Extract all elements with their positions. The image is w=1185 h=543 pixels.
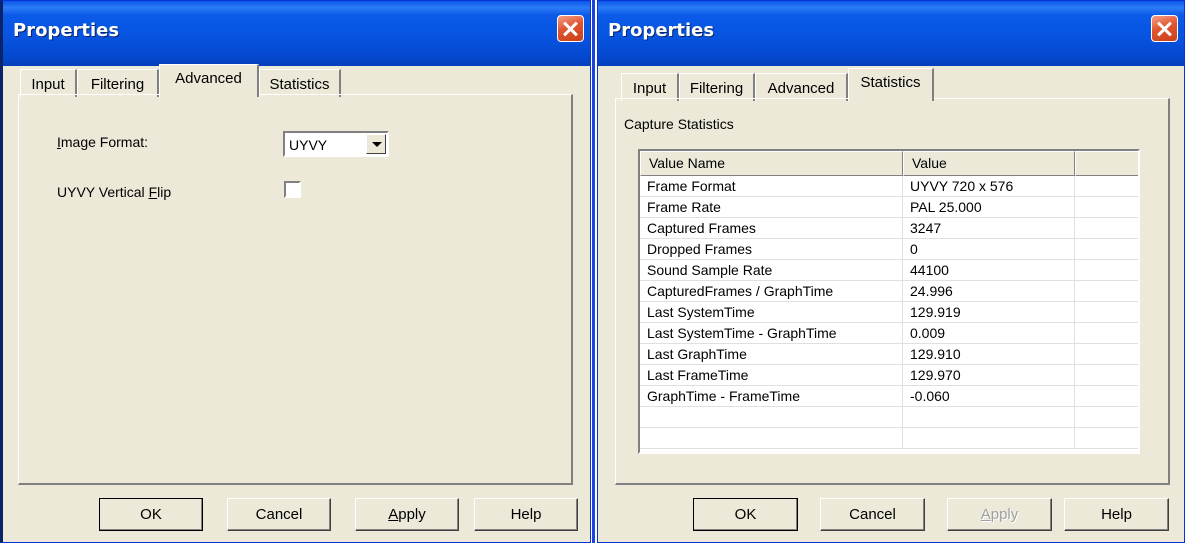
cell-value-name: Dropped Frames	[640, 239, 903, 260]
dialog-title: Properties	[13, 20, 120, 41]
cell-empty	[1075, 260, 1138, 281]
cell-value: 0.009	[903, 323, 1075, 344]
cell-value-name: CapturedFrames / GraphTime	[640, 281, 903, 302]
cell-value-name: Last FrameTime	[640, 365, 903, 386]
table-row[interactable]: Captured Frames 3247	[640, 218, 1138, 239]
help-button[interactable]: Help	[1064, 498, 1169, 531]
tab-input[interactable]: Input	[621, 73, 679, 101]
column-header-empty[interactable]	[1075, 151, 1138, 176]
capture-statistics-label: Capture Statistics	[624, 116, 734, 132]
cell-value	[903, 428, 1075, 449]
cell-empty	[1075, 218, 1138, 239]
cell-value-name: Frame Format	[640, 176, 903, 197]
table-row[interactable]: Last FrameTime 129.970	[640, 365, 1138, 386]
cell-value: 129.970	[903, 365, 1075, 386]
cell-empty	[1075, 428, 1138, 449]
cell-empty	[1075, 302, 1138, 323]
image-format-value: UYVY	[289, 137, 328, 153]
close-icon[interactable]	[1151, 15, 1178, 42]
table-row[interactable]	[640, 407, 1138, 428]
table-row[interactable]: Frame Format UYVY 720 x 576	[640, 176, 1138, 197]
vertical-flip-checkbox[interactable]	[284, 181, 301, 198]
tab-statistics[interactable]: Statistics	[848, 68, 934, 101]
table-row[interactable]: Last SystemTime 129.919	[640, 302, 1138, 323]
cell-value-name: Last GraphTime	[640, 344, 903, 365]
cell-empty	[1075, 323, 1138, 344]
image-format-select[interactable]: UYVY	[283, 131, 389, 157]
cell-value: 44100	[903, 260, 1075, 281]
help-button[interactable]: Help	[474, 498, 578, 531]
table-row[interactable]: Dropped Frames 0	[640, 239, 1138, 260]
cell-value-name: Last SystemTime - GraphTime	[640, 323, 903, 344]
tab-input[interactable]: Input	[20, 69, 77, 97]
cell-empty	[1075, 197, 1138, 218]
cell-value-name: Sound Sample Rate	[640, 260, 903, 281]
table-row[interactable]: Last SystemTime - GraphTime 0.009	[640, 323, 1138, 344]
tab-filtering[interactable]: Filtering	[679, 73, 755, 101]
cell-value: -0.060	[903, 386, 1075, 407]
cell-empty	[1075, 176, 1138, 197]
tab-filtering[interactable]: Filtering	[77, 69, 159, 97]
table-row[interactable]: GraphTime - FrameTime -0.060	[640, 386, 1138, 407]
cell-value-name	[640, 407, 903, 428]
title-bar[interactable]: Properties	[598, 1, 1184, 66]
image-format-label: Image Format:	[57, 134, 148, 150]
cell-empty	[1075, 344, 1138, 365]
cell-value-name: Last SystemTime	[640, 302, 903, 323]
cancel-button[interactable]: Cancel	[820, 498, 925, 531]
ok-button[interactable]: OK	[99, 498, 203, 531]
tab-advanced[interactable]: Advanced	[159, 64, 259, 97]
cell-value: 3247	[903, 218, 1075, 239]
cell-empty	[1075, 407, 1138, 428]
table-row[interactable]	[640, 428, 1138, 449]
ok-button[interactable]: OK	[693, 498, 798, 531]
table-row[interactable]: Last GraphTime 129.910	[640, 344, 1138, 365]
cell-empty	[1075, 239, 1138, 260]
apply-button[interactable]: Apply	[947, 498, 1052, 531]
properties-dialog-advanced: Properties Input Filtering Advanced Stat…	[0, 0, 591, 543]
column-header-value[interactable]: Value	[903, 151, 1075, 176]
column-header-value-name[interactable]: Value Name	[640, 151, 903, 176]
cell-value-name: GraphTime - FrameTime	[640, 386, 903, 407]
apply-button[interactable]: Apply	[355, 498, 459, 531]
cell-value	[903, 407, 1075, 428]
table-row[interactable]: Frame Rate PAL 25.000	[640, 197, 1138, 218]
cell-value-name	[640, 428, 903, 449]
chevron-down-icon[interactable]	[366, 134, 386, 154]
cell-value: 129.910	[903, 344, 1075, 365]
table-row[interactable]: Sound Sample Rate 44100	[640, 260, 1138, 281]
tab-advanced[interactable]: Advanced	[755, 73, 848, 101]
cell-empty	[1075, 386, 1138, 407]
cell-value: 0	[903, 239, 1075, 260]
cell-empty	[1075, 281, 1138, 302]
cell-value: 24.996	[903, 281, 1075, 302]
close-icon[interactable]	[557, 15, 584, 42]
vertical-flip-label: UYVY Vertical Flip	[57, 184, 172, 200]
dialog-title: Properties	[608, 20, 715, 41]
statistics-table[interactable]: Value Name Value Frame Format UYVY 720 x …	[638, 149, 1140, 454]
cell-value: UYVY 720 x 576	[903, 176, 1075, 197]
cell-value: 129.919	[903, 302, 1075, 323]
cell-value-name: Captured Frames	[640, 218, 903, 239]
title-bar[interactable]: Properties	[3, 1, 590, 66]
tab-statistics[interactable]: Statistics	[259, 69, 341, 97]
table-header: Value Name Value	[640, 151, 1138, 176]
cell-value-name: Frame Rate	[640, 197, 903, 218]
cell-value: PAL 25.000	[903, 197, 1075, 218]
image-format-label-text: mage Format:	[60, 134, 149, 150]
cell-empty	[1075, 365, 1138, 386]
properties-dialog-statistics: Properties Input Filtering Advanced Stat…	[597, 0, 1185, 543]
table-row[interactable]: CapturedFrames / GraphTime 24.996	[640, 281, 1138, 302]
cancel-button[interactable]: Cancel	[227, 498, 331, 531]
